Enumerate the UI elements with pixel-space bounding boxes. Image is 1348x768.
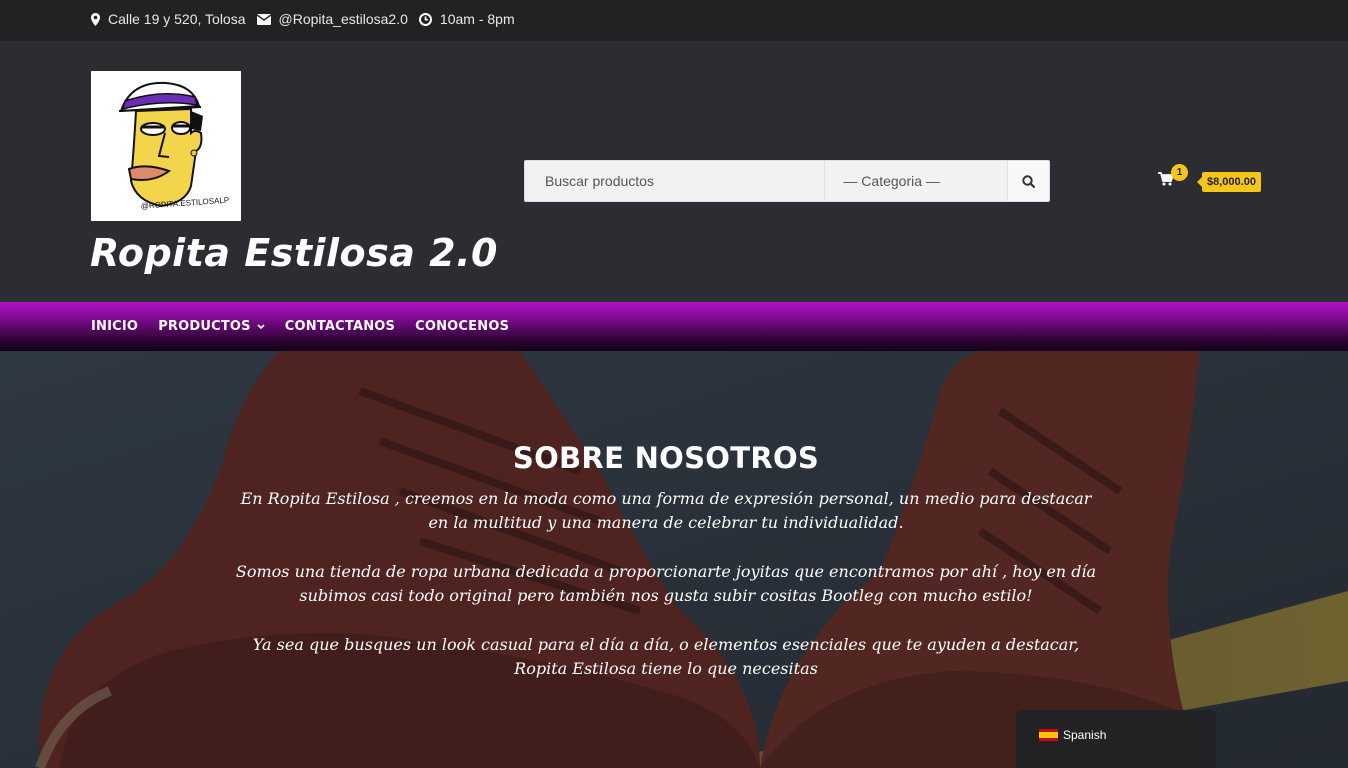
- about-paragraph-1: En Ropita Estilosa , creemos en la moda …: [240, 489, 1092, 532]
- about-paragraph-2: Somos una tienda de ropa urbana dedicada…: [235, 562, 1097, 605]
- address-item: Calle 19 y 520, Tolosa: [91, 11, 246, 27]
- site-header: @ROPITA.ESTILOSALP Ropita Estilosa 2.0 —…: [0, 41, 1348, 302]
- cart-count-badge: 1: [1171, 164, 1188, 181]
- email-item[interactable]: @Ropita_estilosa2.0: [256, 11, 408, 27]
- category-select[interactable]: — Categoria —: [824, 161, 1007, 201]
- chevron-down-icon: [257, 323, 265, 329]
- clock-icon: [418, 12, 432, 26]
- cart-total: $8,000.00: [1197, 172, 1261, 192]
- site-title[interactable]: Ropita Estilosa 2.0: [90, 231, 498, 275]
- contact-info: Calle 19 y 520, Tolosa @Ropita_estilosa2…: [91, 11, 526, 27]
- top-info-bar: Calle 19 y 520, Tolosa @Ropita_estilosa2…: [0, 0, 1348, 41]
- nav-item-inicio[interactable]: INICIO: [91, 319, 138, 334]
- hours-item: 10am - 8pm: [418, 11, 515, 27]
- cart-widget[interactable]: 1 $8,000.00: [1158, 164, 1261, 192]
- language-label: Spanish: [1063, 728, 1107, 742]
- spain-flag-icon: [1039, 729, 1058, 741]
- about-hero-section: SOBRE NOSOTROS En Ropita Estilosa , cree…: [0, 351, 1348, 768]
- about-paragraph-3: Ya sea que busques un look casual para e…: [252, 635, 1080, 678]
- category-select-value: — Categoria —: [843, 173, 940, 189]
- search-icon: [1022, 174, 1036, 188]
- main-navigation: INICIO PRODUCTOS CONTACTANOS CONOCENOS: [0, 302, 1348, 351]
- address-text: Calle 19 y 520, Tolosa: [108, 11, 246, 27]
- logo-illustration: @ROPITA.ESTILOSALP: [118, 81, 229, 211]
- nav-item-productos-label: PRODUCTOS: [158, 319, 251, 334]
- envelope-icon: [256, 13, 271, 25]
- nav-item-conocenos[interactable]: CONOCENOS: [415, 319, 509, 334]
- search-button[interactable]: [1007, 161, 1049, 201]
- hours-text: 10am - 8pm: [439, 11, 515, 27]
- nav-item-productos[interactable]: PRODUCTOS: [158, 319, 265, 334]
- nav-item-contactanos[interactable]: CONTACTANOS: [285, 319, 395, 334]
- hero-title: SOBRE NOSOTROS: [512, 441, 820, 475]
- email-text[interactable]: @Ropita_estilosa2.0: [279, 11, 408, 27]
- language-switcher[interactable]: Spanish: [1016, 710, 1216, 768]
- site-logo[interactable]: @ROPITA.ESTILOSALP: [91, 71, 241, 221]
- product-search-form: — Categoria —: [524, 160, 1050, 202]
- map-marker-icon: [91, 12, 100, 26]
- search-input[interactable]: [525, 161, 825, 201]
